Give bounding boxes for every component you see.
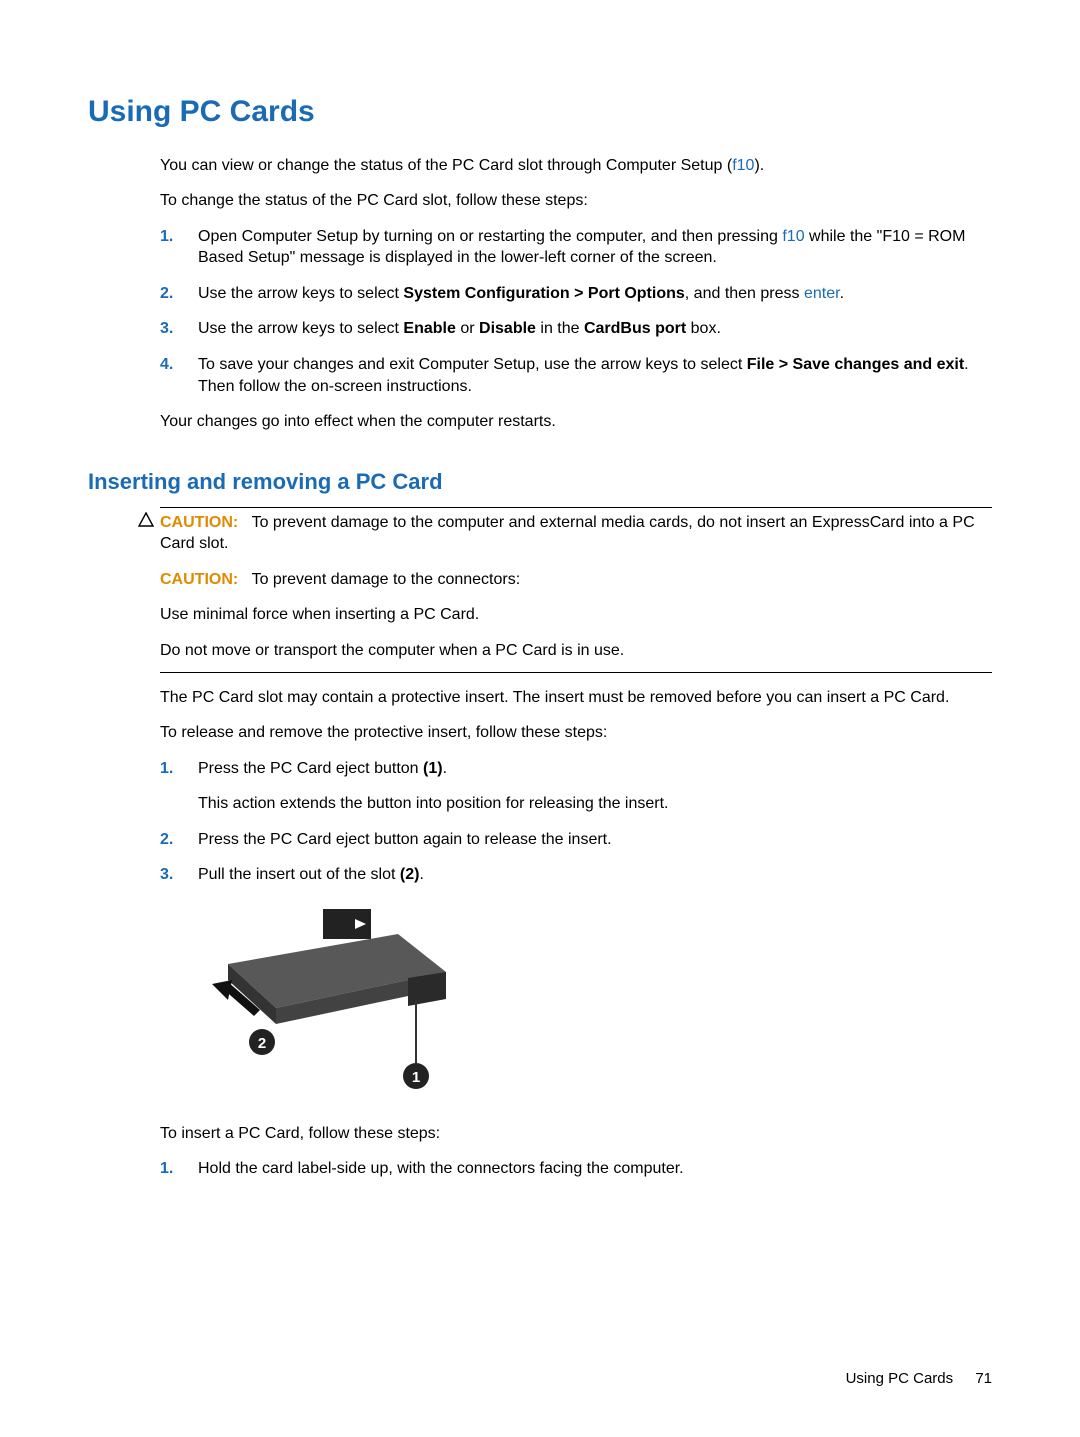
f10-link[interactable]: f10 — [732, 157, 754, 174]
list-item: 2. Use the arrow keys to select System C… — [160, 283, 992, 305]
text: Use the arrow keys to select — [198, 320, 403, 337]
section-title: Inserting and removing a PC Card — [88, 467, 992, 497]
text: To prevent damage to the connectors: — [252, 571, 521, 588]
text: box. — [686, 320, 721, 337]
step-number: 2. — [160, 829, 173, 851]
body-text: To insert a PC Card, follow these steps: — [160, 1123, 992, 1145]
text: Press the PC Card eject button — [198, 760, 423, 777]
text: . — [443, 760, 447, 777]
text: Pull the insert out of the slot — [198, 866, 400, 883]
svg-text:1: 1 — [412, 1069, 420, 1086]
page-number: 71 — [975, 1370, 992, 1387]
remove-insert-steps: 1. Press the PC Card eject button (1). T… — [160, 758, 992, 886]
text: You can view or change the status of the… — [160, 157, 732, 174]
setup-steps: 1. Open Computer Setup by turning on or … — [160, 226, 992, 398]
step-number: 3. — [160, 864, 173, 886]
body-text: The PC Card slot may contain a protectiv… — [160, 687, 992, 709]
intro-p2: To change the status of the PC Card slot… — [160, 190, 992, 212]
bold-text: CardBus port — [584, 320, 686, 337]
step-number: 1. — [160, 758, 173, 780]
bold-text: (1) — [423, 760, 443, 777]
caution-block: CAUTION: To prevent damage to the comput… — [160, 507, 992, 626]
step-number: 4. — [160, 354, 173, 376]
svg-text:2: 2 — [258, 1035, 266, 1052]
bold-text: File > Save changes and exit — [747, 356, 964, 373]
caution-triangle-icon — [138, 512, 154, 528]
caution-label: CAUTION: — [160, 514, 238, 531]
text: ). — [754, 157, 764, 174]
step-number: 3. — [160, 318, 173, 340]
post-steps-note: Your changes go into effect when the com… — [160, 411, 992, 433]
caution-block-tail: Do not move or transport the computer wh… — [160, 640, 992, 673]
caution-text: Use minimal force when inserting a PC Ca… — [160, 604, 992, 626]
enter-link[interactable]: enter — [804, 285, 840, 302]
list-item: 1. Press the PC Card eject button (1). T… — [160, 758, 992, 815]
step-number: 1. — [160, 1158, 173, 1180]
pc-card-eject-illustration: 2 1 — [198, 904, 992, 1101]
list-item: 4. To save your changes and exit Compute… — [160, 354, 992, 397]
caution-text: CAUTION: To prevent damage to the comput… — [160, 512, 992, 555]
sub-text: This action extends the button into posi… — [198, 793, 992, 815]
page-footer: Using PC Cards 71 — [846, 1369, 992, 1389]
bold-text: Enable — [403, 320, 455, 337]
bold-text: System Configuration > Port Options — [403, 285, 684, 302]
list-item: 3. Pull the insert out of the slot (2). — [160, 864, 992, 886]
caution-text: CAUTION: To prevent damage to the connec… — [160, 569, 992, 591]
f10-link[interactable]: f10 — [782, 228, 804, 245]
page-title: Using PC Cards — [88, 92, 992, 133]
text: . — [840, 285, 844, 302]
list-item: 1. Open Computer Setup by turning on or … — [160, 226, 992, 269]
bold-text: (2) — [400, 866, 420, 883]
step-number: 2. — [160, 283, 173, 305]
body-text: To release and remove the protective ins… — [160, 722, 992, 744]
caution-text: Do not move or transport the computer wh… — [160, 640, 992, 662]
caution-label: CAUTION: — [160, 571, 238, 588]
text: . — [419, 866, 423, 883]
list-item: 1. Hold the card label-side up, with the… — [160, 1158, 992, 1180]
text: To save your changes and exit Computer S… — [198, 356, 747, 373]
bold-text: Disable — [479, 320, 536, 337]
list-item: 2. Press the PC Card eject button again … — [160, 829, 992, 851]
text: Press the PC Card eject button again to … — [198, 831, 612, 848]
intro-p1: You can view or change the status of the… — [160, 155, 992, 177]
text: Use the arrow keys to select — [198, 285, 403, 302]
list-item: 3. Use the arrow keys to select Enable o… — [160, 318, 992, 340]
step-number: 1. — [160, 226, 173, 248]
text: Hold the card label-side up, with the co… — [198, 1160, 684, 1177]
text: in the — [536, 320, 584, 337]
text: , and then press — [685, 285, 804, 302]
insert-card-steps: 1. Hold the card label-side up, with the… — [160, 1158, 992, 1180]
text: or — [456, 320, 479, 337]
footer-section-title: Using PC Cards — [846, 1370, 954, 1387]
text: Open Computer Setup by turning on or res… — [198, 228, 782, 245]
text: To prevent damage to the computer and ex… — [160, 514, 975, 553]
